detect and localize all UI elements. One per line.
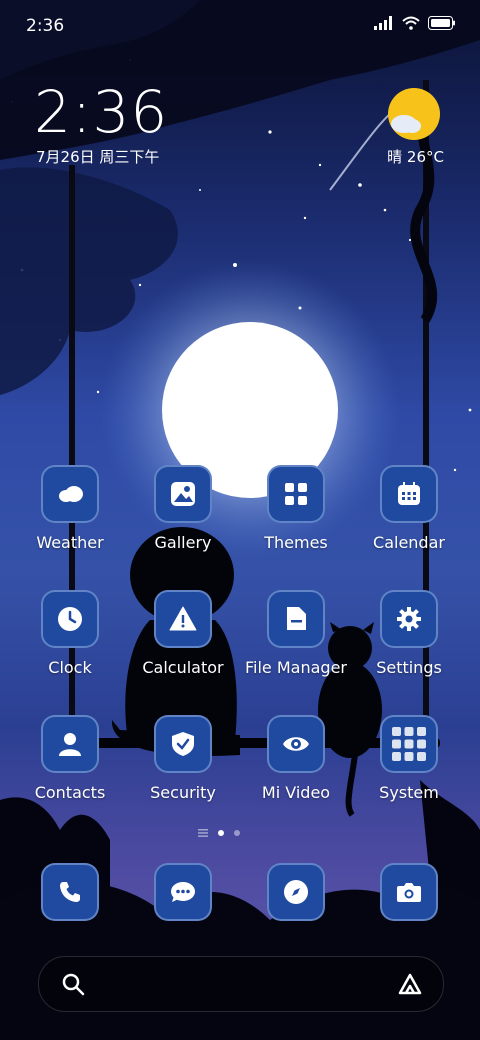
app-security[interactable]: Security (128, 715, 238, 802)
app-label-calendar: Calendar (373, 533, 445, 552)
phone-icon[interactable] (41, 863, 99, 921)
calendar-icon[interactable] (380, 465, 438, 523)
folder-grid-icon[interactable] (380, 715, 438, 773)
app-contacts[interactable]: Contacts (15, 715, 125, 802)
shield-check-icon[interactable] (154, 715, 212, 773)
app-label-system: System (379, 783, 439, 802)
wifi-icon (402, 16, 420, 30)
gallery-image-icon[interactable] (154, 465, 212, 523)
page-indicator[interactable] (198, 829, 240, 837)
signal-icon (374, 16, 392, 30)
app-settings[interactable]: Settings (354, 590, 464, 677)
compass-icon[interactable] (267, 863, 325, 921)
app-file-manager[interactable]: File Manager (241, 590, 351, 677)
weather-widget-temp: 晴 26°C (387, 148, 444, 166)
app-calculator[interactable]: Calculator (128, 590, 238, 677)
dock-browser[interactable] (241, 863, 351, 921)
dock-camera[interactable] (354, 863, 464, 921)
app-clock[interactable]: Clock (15, 590, 125, 677)
camera-icon[interactable] (380, 863, 438, 921)
app-label-contacts: Contacts (34, 783, 106, 802)
page-dot-active[interactable] (218, 830, 224, 836)
battery-icon (428, 16, 455, 30)
app-system-folder[interactable]: System (354, 715, 464, 802)
app-label-weather: Weather (36, 533, 104, 552)
assistant-icon[interactable] (397, 972, 423, 996)
search-bar[interactable] (38, 956, 444, 1012)
status-bar: 2:36 (0, 0, 480, 48)
dock-phone[interactable] (15, 863, 125, 921)
app-mi-video[interactable]: Mi Video (241, 715, 351, 802)
status-icons (374, 16, 456, 30)
clock-icon[interactable] (41, 590, 99, 648)
app-weather[interactable]: Weather (15, 465, 125, 552)
app-label-clock: Clock (48, 658, 92, 677)
status-time: 2:36 (26, 16, 65, 36)
dock-messages[interactable] (128, 863, 238, 921)
weather-cloud-icon[interactable] (41, 465, 99, 523)
page-dot[interactable] (234, 830, 240, 836)
list-menu-icon[interactable] (198, 829, 208, 837)
app-calendar[interactable]: Calendar (354, 465, 464, 552)
clock-widget-date: 7月26日 周三下午 (36, 148, 160, 166)
search-icon[interactable] (61, 972, 85, 996)
app-label-mi-video: Mi Video (261, 783, 331, 802)
clock-widget-time[interactable]: 2:36 (34, 78, 168, 146)
app-label-themes: Themes (264, 533, 328, 552)
gear-icon[interactable] (380, 590, 438, 648)
app-label-file-manager: File Manager (245, 658, 347, 677)
app-label-gallery: Gallery (154, 533, 212, 552)
app-themes[interactable]: Themes (241, 465, 351, 552)
contacts-person-icon[interactable] (41, 715, 99, 773)
app-label-calculator: Calculator (142, 658, 224, 677)
messages-icon[interactable] (154, 863, 212, 921)
themes-grid-icon[interactable] (267, 465, 325, 523)
app-label-settings: Settings (376, 658, 442, 677)
app-gallery[interactable]: Gallery (128, 465, 238, 552)
calculator-warning-icon[interactable] (154, 590, 212, 648)
app-label-security: Security (150, 783, 216, 802)
file-manager-icon[interactable] (267, 590, 325, 648)
eye-icon[interactable] (267, 715, 325, 773)
